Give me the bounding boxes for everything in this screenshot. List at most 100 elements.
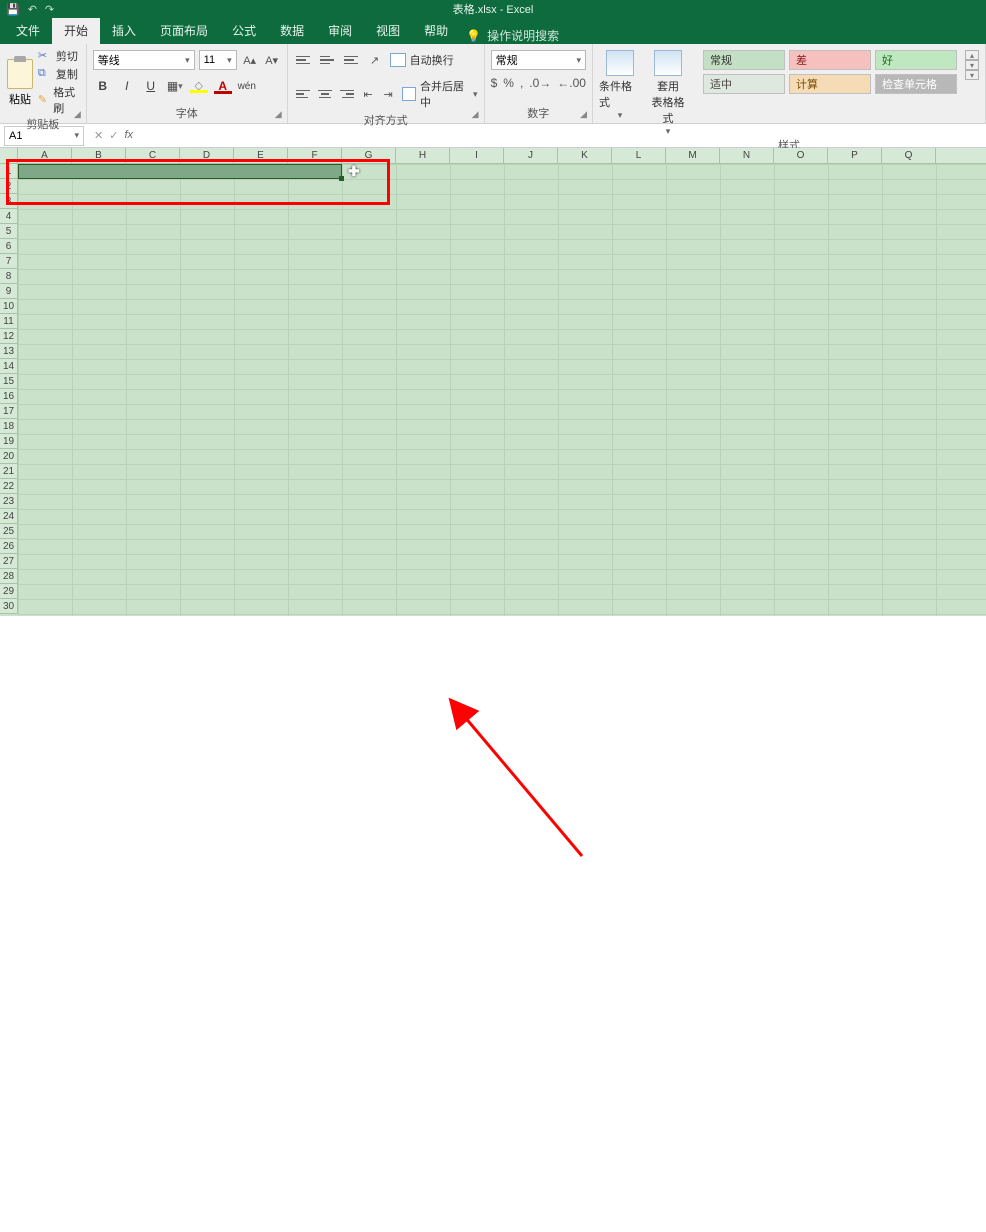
column-header-H[interactable]: H (396, 148, 450, 163)
column-header-P[interactable]: P (828, 148, 882, 163)
row-header-23[interactable]: 23 (0, 494, 18, 509)
merge-center-button[interactable]: 合并后居中 (400, 76, 469, 112)
column-header-M[interactable]: M (666, 148, 720, 163)
column-header-F[interactable]: F (288, 148, 342, 163)
undo-icon[interactable]: ↶ (28, 3, 37, 16)
number-launcher[interactable]: ◢ (577, 108, 590, 121)
cell-style-neutral[interactable]: 适中 (703, 74, 785, 94)
row-header-3[interactable]: 3 (0, 194, 18, 209)
font-size-select[interactable]: 11▾ (199, 50, 237, 70)
row-header-29[interactable]: 29 (0, 584, 18, 599)
row-header-27[interactable]: 27 (0, 554, 18, 569)
column-header-C[interactable]: C (126, 148, 180, 163)
tab-view[interactable]: 视图 (364, 17, 412, 44)
wrap-text-button[interactable]: 自动换行 (388, 50, 456, 70)
format-as-table-button[interactable]: 套用 表格格式 ▾ (647, 50, 689, 137)
align-right-button[interactable] (338, 85, 356, 103)
cells-area[interactable]: ✚ (18, 164, 986, 616)
clipboard-launcher[interactable]: ◢ (71, 108, 84, 121)
row-header-26[interactable]: 26 (0, 539, 18, 554)
row-header-24[interactable]: 24 (0, 509, 18, 524)
font-launcher[interactable]: ◢ (272, 108, 285, 121)
align-left-button[interactable] (294, 85, 312, 103)
increase-decimal-button[interactable]: .0→ (529, 76, 551, 90)
column-header-I[interactable]: I (450, 148, 504, 163)
row-header-12[interactable]: 12 (0, 329, 18, 344)
row-header-1[interactable]: 1 (0, 164, 18, 179)
column-header-D[interactable]: D (180, 148, 234, 163)
tab-home[interactable]: 开始 (52, 17, 100, 44)
insert-function-button[interactable]: fx (124, 129, 133, 142)
align-top-button[interactable] (294, 51, 314, 69)
alignment-launcher[interactable]: ◢ (469, 108, 482, 121)
row-header-8[interactable]: 8 (0, 269, 18, 284)
row-header-15[interactable]: 15 (0, 374, 18, 389)
cell-style-normal[interactable]: 常规 (703, 50, 785, 70)
row-header-13[interactable]: 13 (0, 344, 18, 359)
merge-dropdown[interactable]: ▾ (473, 89, 478, 100)
cell-style-calc[interactable]: 计算 (789, 74, 871, 94)
align-center-button[interactable] (316, 85, 334, 103)
font-name-select[interactable]: 等线▾ (93, 50, 195, 70)
row-header-21[interactable]: 21 (0, 464, 18, 479)
row-header-22[interactable]: 22 (0, 479, 18, 494)
decrease-font-button[interactable]: A▾ (263, 51, 281, 69)
tab-review[interactable]: 审阅 (316, 17, 364, 44)
align-middle-button[interactable] (318, 51, 338, 69)
align-bottom-button[interactable] (342, 51, 362, 69)
row-header-6[interactable]: 6 (0, 239, 18, 254)
increase-indent-button[interactable]: ⇥ (380, 85, 396, 103)
row-header-10[interactable]: 10 (0, 299, 18, 314)
row-header-16[interactable]: 16 (0, 389, 18, 404)
italic-button[interactable]: I (117, 76, 137, 96)
row-header-19[interactable]: 19 (0, 434, 18, 449)
gallery-down-button[interactable]: ▾ (965, 60, 979, 70)
decrease-indent-button[interactable]: ⇤ (360, 85, 376, 103)
row-header-18[interactable]: 18 (0, 419, 18, 434)
row-header-20[interactable]: 20 (0, 449, 18, 464)
row-header-28[interactable]: 28 (0, 569, 18, 584)
tab-layout[interactable]: 页面布局 (148, 17, 220, 44)
copy-button[interactable]: ⧉复制 (38, 66, 80, 82)
row-header-7[interactable]: 7 (0, 254, 18, 269)
column-header-A[interactable]: A (18, 148, 72, 163)
comma-button[interactable]: , (520, 76, 523, 90)
underline-button[interactable]: U (141, 76, 161, 96)
decrease-decimal-button[interactable]: ←.00 (557, 76, 586, 90)
cut-button[interactable]: ✂剪切 (38, 48, 80, 64)
tab-help[interactable]: 帮助 (412, 17, 460, 44)
font-color-button[interactable]: A (213, 76, 233, 96)
percent-button[interactable]: % (503, 76, 514, 90)
column-header-O[interactable]: O (774, 148, 828, 163)
column-header-K[interactable]: K (558, 148, 612, 163)
select-all-corner[interactable] (0, 148, 18, 163)
paste-button[interactable]: 粘贴 (6, 57, 34, 107)
spreadsheet-grid[interactable]: ABCDEFGHIJKLMNOPQ 1234567891011121314151… (0, 148, 986, 616)
gallery-up-button[interactable]: ▴ (965, 50, 979, 60)
column-header-J[interactable]: J (504, 148, 558, 163)
row-header-9[interactable]: 9 (0, 284, 18, 299)
accounting-button[interactable]: $ (491, 76, 498, 90)
row-header-17[interactable]: 17 (0, 404, 18, 419)
bold-button[interactable]: B (93, 76, 113, 96)
tab-file[interactable]: 文件 (4, 17, 52, 44)
column-header-N[interactable]: N (720, 148, 774, 163)
formula-cancel-button[interactable]: ✕ (94, 129, 103, 142)
orientation-button[interactable]: ↗ (366, 51, 384, 69)
row-header-4[interactable]: 4 (0, 209, 18, 224)
column-header-G[interactable]: G (342, 148, 396, 163)
row-header-30[interactable]: 30 (0, 599, 18, 614)
row-header-11[interactable]: 11 (0, 314, 18, 329)
row-header-14[interactable]: 14 (0, 359, 18, 374)
redo-icon[interactable]: ↷ (45, 3, 54, 16)
border-button[interactable]: ▦▾ (165, 76, 185, 96)
save-icon[interactable]: 💾 (6, 3, 20, 16)
tab-formulas[interactable]: 公式 (220, 17, 268, 44)
column-header-L[interactable]: L (612, 148, 666, 163)
conditional-format-button[interactable]: 条件格式 ▾ (599, 50, 641, 121)
row-header-5[interactable]: 5 (0, 224, 18, 239)
number-format-select[interactable]: 常规▾ (491, 50, 586, 70)
cell-style-bad[interactable]: 差 (789, 50, 871, 70)
tab-insert[interactable]: 插入 (100, 17, 148, 44)
gallery-more-button[interactable]: ▾ (965, 70, 979, 80)
